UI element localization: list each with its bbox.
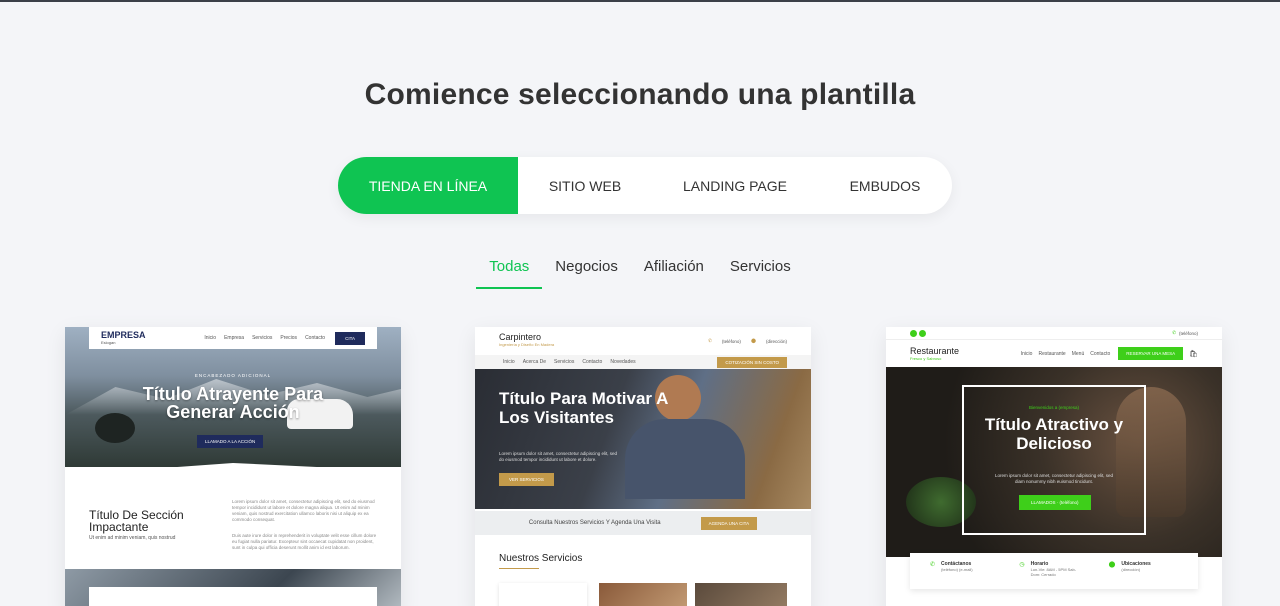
cta-band: Consulta Nuestros Servicios Y Agenda Una…: [475, 511, 811, 535]
section-title: Nuestros Servicios: [499, 553, 583, 564]
hero-body: Lorem ipsum dolor sit amet, consectetur …: [499, 451, 618, 462]
nav-link: Restaurante: [1038, 350, 1066, 357]
nav-link: Inicio: [503, 359, 515, 365]
nav-link: Empresa: [224, 335, 245, 341]
service-card-image: [695, 583, 787, 606]
nav-link: Contacto: [1090, 350, 1111, 357]
tab-landing-page[interactable]: LANDING PAGE: [652, 157, 818, 214]
social-icon: [910, 329, 917, 337]
hero-cta-button: LLAMADOS · (teléfono): [1019, 495, 1091, 510]
rock-shape: [95, 413, 135, 443]
hero-title: Título Para Motivar A Los Visitantes: [499, 389, 668, 427]
category-negocios[interactable]: Negocios: [542, 256, 631, 289]
nav-link: Servicios: [554, 359, 575, 365]
nav-link: Acerca De: [522, 359, 547, 365]
cart-icon: 🛍: [1189, 350, 1198, 358]
info-lines: (dirección): [1121, 567, 1141, 572]
worker-body-shape: [625, 419, 745, 499]
hero-body: Lorem ipsum dolor sit amet, consectetur …: [994, 473, 1114, 484]
tab-embudos[interactable]: EMBUDOS: [818, 157, 952, 214]
nav-link: Contacto: [582, 359, 603, 365]
page-title: Comience seleccionando una plantilla: [364, 78, 916, 111]
template-card-empresa[interactable]: EMPRESA Eslogan Inicio Empresa Servicios…: [65, 327, 401, 606]
bottom-overlay-box: [89, 587, 377, 606]
template-nav: Inicio Empresa Servicios Precios Contact…: [204, 335, 325, 341]
lorem-paragraph-2: Duis aute irure dolor in reprehenderit i…: [232, 533, 377, 550]
template-brand-sub: Eslogan: [101, 340, 116, 345]
template-card-restaurante[interactable]: ✆ (teléfono) Restaurante Fresco y Sabros…: [886, 327, 1222, 606]
template-card-carpintero[interactable]: Carpintero Ingeniería y Diseño En Madera…: [475, 327, 811, 606]
hero-kicker: ENCABEZADO ADICIONAL: [194, 373, 272, 378]
info-bar: ✆ Contáctanos (teléfono) (e-mail) ◷ Hora…: [910, 553, 1198, 589]
template-nav-bar: Inicio Acerca De Servicios Contacto Nove…: [475, 355, 811, 369]
top-border: [0, 0, 1280, 2]
template-brand: Carpintero: [499, 332, 542, 342]
tab-sitio-web[interactable]: SITIO WEB: [518, 157, 652, 214]
template-nav-button: CITA: [335, 331, 365, 345]
template-header: Carpintero Ingeniería y Diseño En Madera…: [475, 327, 811, 355]
clock-icon: ◷: [1019, 562, 1025, 568]
phone-text: (teléfono): [721, 338, 741, 344]
category-todas[interactable]: Todas: [476, 256, 543, 289]
section-underline: [499, 568, 539, 569]
hero-title: Título Atrayente Para Generar Acción: [142, 384, 324, 422]
category-tabs: Todas Negocios Afiliación Servicios: [0, 256, 1280, 289]
template-header: EMPRESA Eslogan Inicio Empresa Servicios…: [89, 327, 377, 349]
pin-icon: ⬤: [750, 338, 756, 343]
hero-kicker: Bienvenidos a (empresa): [1028, 405, 1080, 410]
phone-text: (teléfono): [1178, 330, 1198, 336]
social-icon: [919, 329, 926, 337]
band-button: AGENDA UNA CITA: [700, 516, 758, 530]
phone-icon: ✆: [1172, 330, 1176, 335]
hero-title: Título Atractivo y Delicioso: [984, 415, 1124, 453]
template-brand-sub: Ingeniería y Diseño En Madera: [499, 342, 555, 347]
template-brand: EMPRESA: [101, 330, 146, 340]
section-subtitle: Ut enim ad minim veniam, quis nostrud: [89, 535, 176, 541]
lorem-paragraph-1: Lorem ipsum dolor sit amet, consectetur …: [232, 499, 375, 522]
band-text: Consulta Nuestros Servicios Y Agenda Una…: [528, 520, 661, 526]
template-nav-button: RESERVAR UNA MESA: [1118, 347, 1184, 360]
nav-link: Precios: [280, 335, 298, 341]
phone-icon: ✆: [708, 338, 712, 343]
category-servicios[interactable]: Servicios: [717, 256, 804, 289]
info-lines: (teléfono) (e-mail): [941, 567, 973, 572]
tab-tienda-en-linea[interactable]: TIENDA EN LÍNEA: [338, 157, 518, 214]
location-icon: ⬤: [1108, 562, 1116, 568]
nav-link: Contacto: [305, 335, 326, 341]
nav-link: Menú: [1071, 350, 1085, 357]
nav-link: Novedades: [610, 359, 636, 365]
template-brand: Restaurante: [910, 345, 960, 356]
template-topbar: ✆ (teléfono): [886, 327, 1222, 339]
template-nav-button: COTIZACIÓN SIN COSTO: [717, 356, 787, 368]
category-afiliacion[interactable]: Afiliación: [631, 256, 717, 289]
hero-cta-button: VER SERVICIOS: [499, 473, 554, 486]
info-lines: Lun-Vie: 8AM - 5PM Sab-Dom: Cerrado: [1030, 567, 1077, 577]
phone-icon: ✆: [930, 562, 936, 568]
service-card-image: [599, 583, 687, 606]
service-card: [499, 583, 587, 606]
section-title: Título De Sección Impactante: [89, 508, 184, 534]
template-header: Restaurante Fresco y Sabroso Inicio Rest…: [886, 339, 1222, 367]
nav-link: Servicios: [252, 335, 273, 341]
bottom-image: [65, 569, 401, 606]
address-text: (dirección): [765, 338, 787, 344]
template-nav: Inicio Restaurante Menú Contacto: [1021, 351, 1110, 357]
template-nav: Inicio Acerca De Servicios Contacto Nove…: [503, 359, 717, 365]
template-brand-sub: Fresco y Sabroso: [910, 355, 942, 361]
hero-cta-button: LLAMADO A LA ACCIÓN: [197, 435, 264, 448]
nav-link: Inicio: [204, 335, 217, 341]
template-type-tabs: TIENDA EN LÍNEA SITIO WEB LANDING PAGE E…: [338, 157, 952, 214]
nav-link: Inicio: [1020, 350, 1033, 357]
